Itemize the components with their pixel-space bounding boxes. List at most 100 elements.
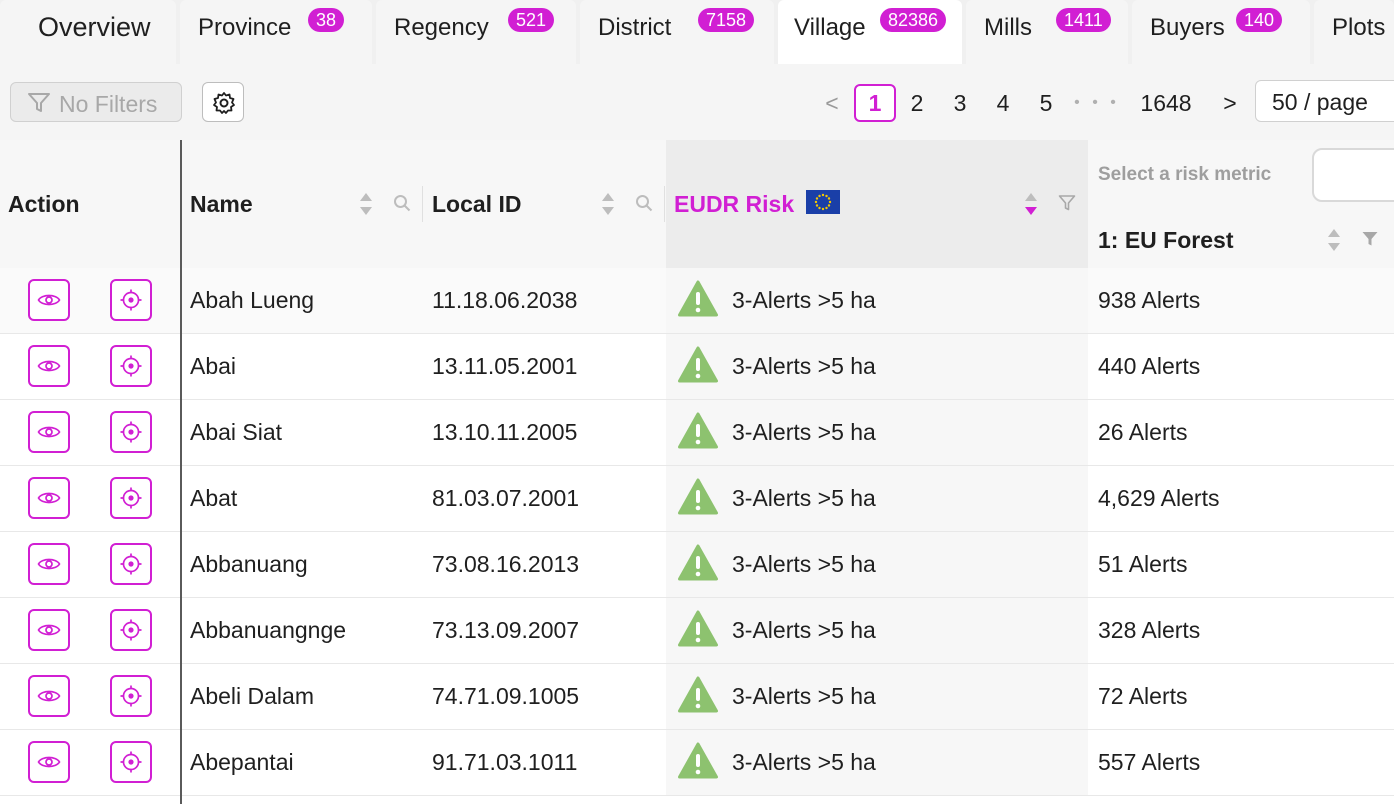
cell-name: Abbanuang bbox=[190, 551, 308, 577]
cell-name: Abat bbox=[190, 485, 238, 511]
locate-icon bbox=[120, 685, 142, 707]
locate-button[interactable] bbox=[110, 477, 152, 519]
table-row[interactable]: Abai Siat 13.10.11.2005 3-Alerts >5 ha 26 A… bbox=[0, 400, 1394, 466]
pagination-prev[interactable]: < bbox=[818, 84, 846, 122]
count-badge: 140 bbox=[1236, 8, 1283, 32]
column-divider bbox=[664, 186, 665, 222]
sort-descending-icon[interactable] bbox=[1023, 192, 1039, 216]
sort-icon[interactable] bbox=[600, 192, 616, 216]
cell-alerts: 557 Alerts bbox=[1098, 749, 1201, 775]
cell-eudr-risk: 3-Alerts >5 ha bbox=[732, 551, 876, 577]
tab-regency[interactable]: Regency 521 bbox=[376, 0, 576, 64]
pagination-page[interactable]: 4 bbox=[988, 84, 1018, 122]
count-badge: 38 bbox=[308, 8, 345, 32]
view-button[interactable] bbox=[28, 609, 70, 651]
tab-overview[interactable]: Overview bbox=[0, 0, 176, 64]
header-local-id[interactable]: Local ID bbox=[432, 191, 521, 218]
table-row[interactable]: Abat 81.03.07.2001 3-Alerts >5 ha 4,629 Ale… bbox=[0, 466, 1394, 532]
cell-eudr-risk: 3-Alerts >5 ha bbox=[732, 419, 876, 445]
pagination-page-current[interactable]: 1 bbox=[854, 84, 896, 122]
tab-bar: Overview Province 38 Regency 521 Distric… bbox=[0, 0, 1394, 64]
tab-village[interactable]: Village 82386 bbox=[778, 0, 962, 64]
cell-local-id: 13.11.05.2001 bbox=[432, 353, 578, 379]
cell-alerts: 26 Alerts bbox=[1098, 419, 1188, 445]
header-name[interactable]: Name bbox=[190, 191, 253, 218]
eye-icon bbox=[37, 294, 61, 306]
view-button[interactable] bbox=[28, 477, 70, 519]
header-eudr-risk[interactable]: EUDR Risk bbox=[674, 191, 794, 218]
risk-warning bbox=[678, 280, 718, 323]
cell-name: Abai bbox=[190, 353, 237, 379]
view-button[interactable] bbox=[28, 675, 70, 717]
filter-icon[interactable] bbox=[1058, 194, 1076, 212]
cell-name: Abeli Dalam bbox=[190, 683, 314, 709]
header-metric[interactable]: 1: EU Forest bbox=[1098, 227, 1233, 254]
tab-mills[interactable]: Mills 1411 bbox=[966, 0, 1128, 64]
locate-button[interactable] bbox=[110, 279, 152, 321]
table-row[interactable]: Abbanuangnge 73.13.09.2007 3-Alerts >5 ha 3… bbox=[0, 598, 1394, 664]
warning-icon bbox=[678, 742, 718, 779]
pagination-next[interactable]: > bbox=[1216, 84, 1244, 122]
table-row[interactable]: Abah Lueng 11.18.06.2038 3-Alerts >5 ha 938… bbox=[0, 268, 1394, 334]
sort-icon[interactable] bbox=[1326, 228, 1342, 252]
cell-alerts: 72 Alerts bbox=[1098, 683, 1188, 709]
tab-label: District bbox=[598, 14, 672, 41]
filter-icon[interactable] bbox=[1361, 230, 1379, 248]
cell-eudr-risk: 3-Alerts >5 ha bbox=[732, 287, 876, 313]
tab-buyers[interactable]: Buyers 140 bbox=[1132, 0, 1310, 64]
tab-plots[interactable]: Plots bbox=[1314, 0, 1394, 64]
risk-metric-select[interactable] bbox=[1312, 148, 1394, 202]
pagination-page[interactable]: 2 bbox=[902, 84, 932, 122]
view-button[interactable] bbox=[28, 345, 70, 387]
pagination-page[interactable]: 3 bbox=[945, 84, 975, 122]
tab-province[interactable]: Province 38 bbox=[180, 0, 372, 64]
tab-label: Overview bbox=[38, 12, 151, 42]
risk-warning bbox=[678, 412, 718, 455]
settings-button[interactable] bbox=[202, 82, 244, 122]
tab-label: Province bbox=[198, 14, 292, 41]
pagination-ellipsis[interactable]: • • • bbox=[1072, 84, 1122, 122]
view-button[interactable] bbox=[28, 543, 70, 585]
count-badge: 1411 bbox=[1056, 8, 1111, 32]
view-button[interactable] bbox=[28, 741, 70, 783]
locate-icon bbox=[120, 487, 142, 509]
tab-label: Plots bbox=[1332, 14, 1386, 41]
tab-district[interactable]: District 7158 bbox=[580, 0, 774, 64]
eu-flag-icon bbox=[806, 190, 840, 214]
risk-cell-bg bbox=[666, 268, 1088, 333]
page-size-select[interactable]: 50 / page bbox=[1255, 80, 1394, 122]
locate-button[interactable] bbox=[110, 741, 152, 783]
eye-icon bbox=[37, 558, 61, 570]
count-badge: 7158 bbox=[698, 8, 755, 32]
cell-alerts: 328 Alerts bbox=[1098, 617, 1201, 643]
table-row[interactable]: Abbanuang 73.08.16.2013 3-Alerts >5 ha 51 A… bbox=[0, 532, 1394, 598]
risk-warning bbox=[678, 742, 718, 785]
table-row[interactable]: Abepantai 91.71.03.1011 3-Alerts >5 ha 557 … bbox=[0, 730, 1394, 796]
warning-icon bbox=[678, 280, 718, 317]
eye-icon bbox=[37, 360, 61, 372]
locate-button[interactable] bbox=[110, 675, 152, 717]
page-size-label: 50 / page bbox=[1272, 89, 1368, 115]
tab-label: Buyers bbox=[1150, 14, 1225, 41]
locate-icon bbox=[120, 751, 142, 773]
risk-cell-bg bbox=[666, 664, 1088, 729]
table-row[interactable]: Abai 13.11.05.2001 3-Alerts >5 ha 440 Alert… bbox=[0, 334, 1394, 400]
search-icon[interactable] bbox=[635, 194, 653, 212]
sort-icon[interactable] bbox=[358, 192, 374, 216]
locate-button[interactable] bbox=[110, 345, 152, 387]
cell-eudr-risk: 3-Alerts >5 ha bbox=[732, 683, 876, 709]
locate-button[interactable] bbox=[110, 543, 152, 585]
view-button[interactable] bbox=[28, 411, 70, 453]
cell-local-id: 73.13.09.2007 bbox=[432, 617, 580, 643]
cell-local-id: 73.08.16.2013 bbox=[432, 551, 580, 577]
warning-icon bbox=[678, 610, 718, 647]
table-row[interactable]: Abeli Dalam 74.71.09.1005 3-Alerts >5 ha 72… bbox=[0, 664, 1394, 730]
pagination-page-last[interactable]: 1648 bbox=[1132, 84, 1200, 122]
filter-button[interactable]: No Filters bbox=[10, 82, 182, 122]
warning-icon bbox=[678, 412, 718, 449]
pagination-page[interactable]: 5 bbox=[1031, 84, 1061, 122]
locate-button[interactable] bbox=[110, 609, 152, 651]
view-button[interactable] bbox=[28, 279, 70, 321]
locate-button[interactable] bbox=[110, 411, 152, 453]
search-icon[interactable] bbox=[393, 194, 411, 212]
